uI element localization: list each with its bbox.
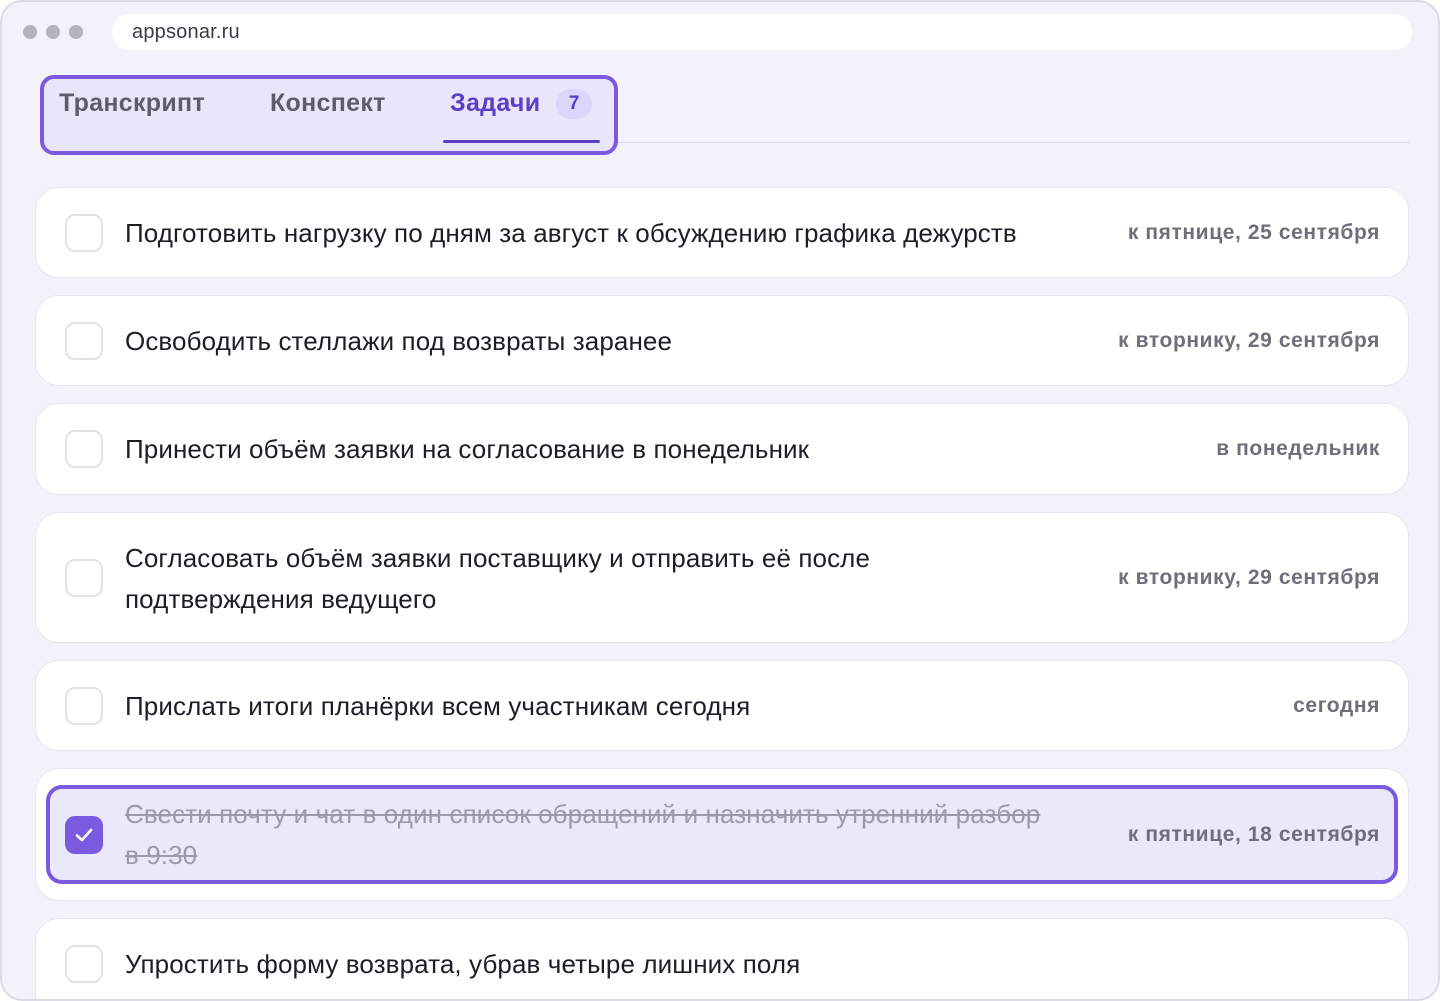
task-card: Принести объём заявки на согласование в … [35,403,1409,495]
active-tab-indicator [443,140,600,143]
task-checkbox[interactable] [65,687,103,725]
task-card: Упростить форму возврата, убрав четыре л… [35,918,1409,999]
task-text-line: Свести почту и чат в один список обращен… [125,799,1041,829]
task-text-line: Согласовать объём заявки поставщику и от… [125,543,871,573]
task-checkbox[interactable] [65,322,103,360]
task-card-completed: Свести почту и чат в один список обращен… [35,768,1409,901]
address-url: appsonar.ru [132,20,240,43]
tab-transcript[interactable]: Транскрипт [59,89,205,118]
task-text-line: в 9:30 [125,840,198,870]
task-due-date: к пятнице, 25 сентября [1127,221,1380,244]
close-window-button[interactable] [23,25,37,39]
tab-bar: Транскрипт Конспект Задачи 7 [40,75,618,155]
checkmark-icon [75,828,93,842]
task-text: Согласовать объём заявки поставщику и от… [125,538,870,620]
task-checkbox-checked[interactable] [65,816,103,854]
task-due-date: к вторнику, 29 сентября [1118,329,1380,352]
task-text: Упростить форму возврата, убрав четыре л… [125,949,801,979]
task-text: Освободить стеллажи под возвраты заранее [125,326,673,356]
task-text: Свести почту и чат в один список обращен… [125,794,1040,876]
task-card: Освободить стеллажи под возвраты заранее… [35,295,1409,386]
task-text: Принести объём заявки на согласование в … [125,434,810,464]
minimize-window-button[interactable] [46,25,60,39]
task-due-date: к вторнику, 29 сентября [1118,566,1380,589]
task-text: Подготовить нагрузку по дням за август к… [125,218,1017,248]
task-text: Прислать итоги планёрки всем участникам … [125,691,751,721]
task-checkbox[interactable] [65,214,103,252]
task-text-line: подтверждения ведущего [125,584,437,614]
task-due-date: сегодня [1293,694,1380,717]
task-due-date: к пятнице, 18 сентября [1127,823,1380,846]
task-card: Подготовить нагрузку по дням за август к… [35,187,1409,278]
window-controls [23,25,83,39]
task-due-date: в понедельник [1216,437,1380,460]
tasks-count-badge: 7 [556,89,592,119]
task-checkbox[interactable] [65,559,103,597]
task-checkbox[interactable] [65,945,103,983]
task-checkbox[interactable] [65,430,103,468]
address-bar[interactable]: appsonar.ru [112,14,1412,50]
tab-tasks[interactable]: Задачи [450,89,540,118]
task-card: Согласовать объём заявки поставщику и от… [35,512,1409,643]
browser-window: appsonar.ru Транскрипт Конспект Задачи 7… [0,0,1440,1001]
maximize-window-button[interactable] [69,25,83,39]
task-card: Прислать итоги планёрки всем участникам … [35,660,1409,751]
tab-summary[interactable]: Конспект [270,89,386,118]
